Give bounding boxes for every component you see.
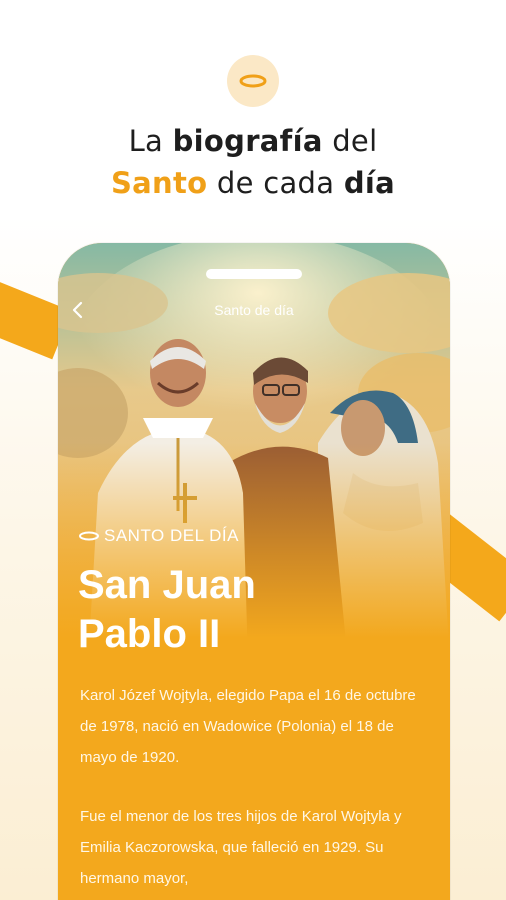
saint-name: San Juan Pablo II bbox=[78, 561, 438, 659]
tag-label: SANTO DEL DÍA bbox=[104, 526, 239, 545]
halo-icon bbox=[79, 531, 99, 541]
saint-of-day-tag: SANTO DEL DÍA bbox=[78, 526, 239, 546]
biography-paragraph-1: Karol Józef Wojtyla, elegido Papa el 16 … bbox=[80, 687, 416, 766]
screen-title: Santo de día bbox=[214, 302, 294, 318]
phone-notch bbox=[206, 269, 302, 279]
saint-name-line-2: Pablo II bbox=[78, 612, 221, 656]
saint-name-line-1: San Juan bbox=[78, 563, 256, 607]
biography-paragraph-2: Fue el menor de los tres hijos de Karol … bbox=[80, 808, 402, 887]
headline-line-2: Santo de cada día bbox=[110, 166, 396, 200]
halo-logo-icon bbox=[227, 55, 279, 107]
headline-line-1: La biografía del bbox=[128, 124, 378, 158]
phone-mockup: Santo de día SANTO DEL DÍA San Juan Pabl… bbox=[58, 243, 450, 900]
